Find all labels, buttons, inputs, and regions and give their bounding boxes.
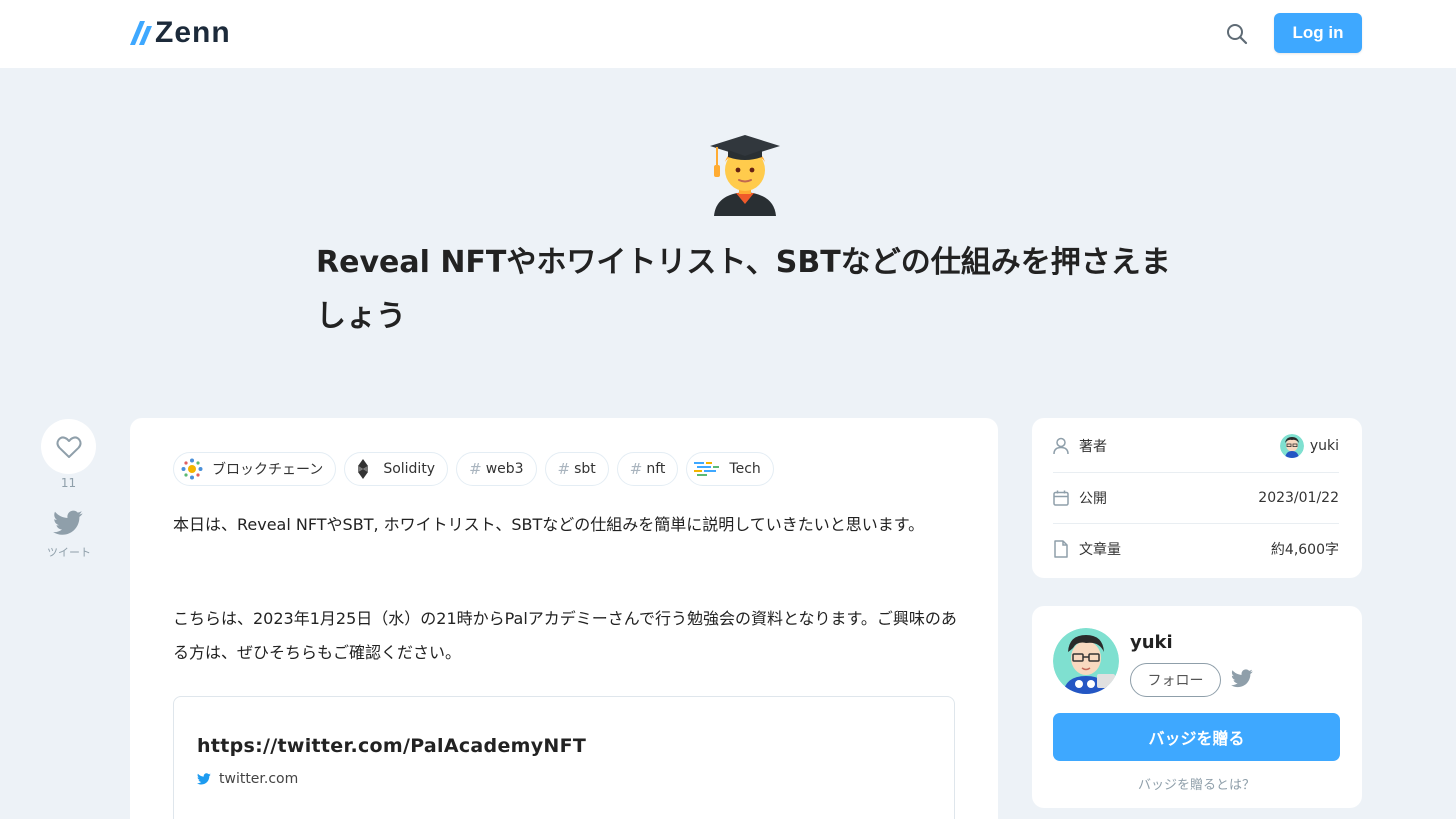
author-card: yuki フォロー バッジを贈る バッジを贈るとは？ [1032,606,1362,808]
article-body: ブロックチェーン Solidity # web3 # sbt # nft Tec… [130,418,998,819]
meta-author: 著者 yuki [1053,421,1339,471]
tag-tech[interactable]: Tech [686,452,774,486]
twitter-icon [197,773,211,785]
author-avatar[interactable] [1053,628,1119,694]
meta-length-label: 文章量 [1079,541,1121,558]
hash-icon: # [469,460,482,478]
paragraph: こちらは、2023年1月25日（水）の21時からPalアカデミーさんで行う勉強会… [173,609,957,662]
meta-published-label: 公開 [1079,490,1107,507]
link-card-domain: twitter.com [197,771,298,787]
tag-label: Tech [729,461,761,477]
meta-published-date: 2023/01/22 [1258,489,1339,506]
meta-length-value: 約4,600字 [1270,541,1339,558]
student-emoji [708,132,782,218]
tag-nft[interactable]: # nft [616,452,679,486]
tweet-label: ツイート [47,546,91,559]
search-button[interactable] [1224,21,1250,47]
hash-icon: # [629,460,643,478]
tag-label: nft [646,461,666,477]
tech-icon [693,457,721,481]
zenn-logo[interactable]: Zenn [129,18,231,48]
paragraph: 本日は、Reveal NFTやSBT, ホワイトリスト、SBTなどの仕組みを簡単… [173,515,925,534]
send-badge-button[interactable]: バッジを贈る [1053,713,1340,761]
blockchain-icon [180,457,204,481]
link-card[interactable]: https://twitter.com/PalAcademyNFT twitte… [173,696,955,819]
meta-author-link[interactable]: yuki [1279,434,1339,458]
zenn-logo-icon [130,21,152,45]
tag-solidity[interactable]: Solidity [344,452,449,486]
meta-author-name: yuki [1309,438,1339,454]
like-button[interactable] [41,419,96,474]
document-icon [1054,539,1068,558]
domain-text: twitter.com [219,771,299,787]
link-card-title: https://twitter.com/PalAcademyNFT [197,735,587,757]
hash-icon: # [557,460,571,478]
meta-published: 公開 2023/01/22 [1053,472,1339,522]
tweet-button[interactable] [53,510,83,538]
site-header: Zenn Log in [0,0,1456,68]
twitter-icon [1231,669,1253,688]
tag-web3[interactable]: # web3 [456,452,537,486]
tag-list: ブロックチェーン Solidity # web3 # sbt # nft Tec… [173,452,774,486]
logo-text: Zenn [155,16,231,49]
user-icon [1053,437,1069,455]
meta-author-label: 著者 [1079,439,1107,455]
avatar [1279,434,1304,458]
tag-label: sbt [574,461,596,477]
article-meta: 著者 yuki 公開 2023/01/22 文章量 約4,600字 [1032,418,1362,578]
search-icon [1227,24,1248,45]
tag-sbt[interactable]: # sbt [544,452,609,486]
login-button[interactable]: Log in [1274,13,1362,53]
badge-help-link[interactable]: バッジを贈るとは？ [1053,774,1340,793]
author-twitter-link[interactable] [1231,669,1253,689]
solidity-icon [351,457,375,481]
article-title: Reveal NFTやホワイトリスト、SBTなどの仕組みを押さえましょう [316,245,1171,334]
author-name[interactable]: yuki [1130,632,1173,653]
tag-label: web3 [485,461,524,477]
follow-button[interactable]: フォロー [1130,663,1221,697]
heart-icon [55,436,82,458]
meta-length: 文章量 約4,600字 [1053,523,1339,573]
tag-blockchain[interactable]: ブロックチェーン [173,452,337,486]
tag-label: ブロックチェーン [212,462,324,478]
like-count: 11 [60,476,77,490]
calendar-icon [1053,490,1069,506]
twitter-icon [53,510,83,535]
tag-label: Solidity [383,461,436,477]
